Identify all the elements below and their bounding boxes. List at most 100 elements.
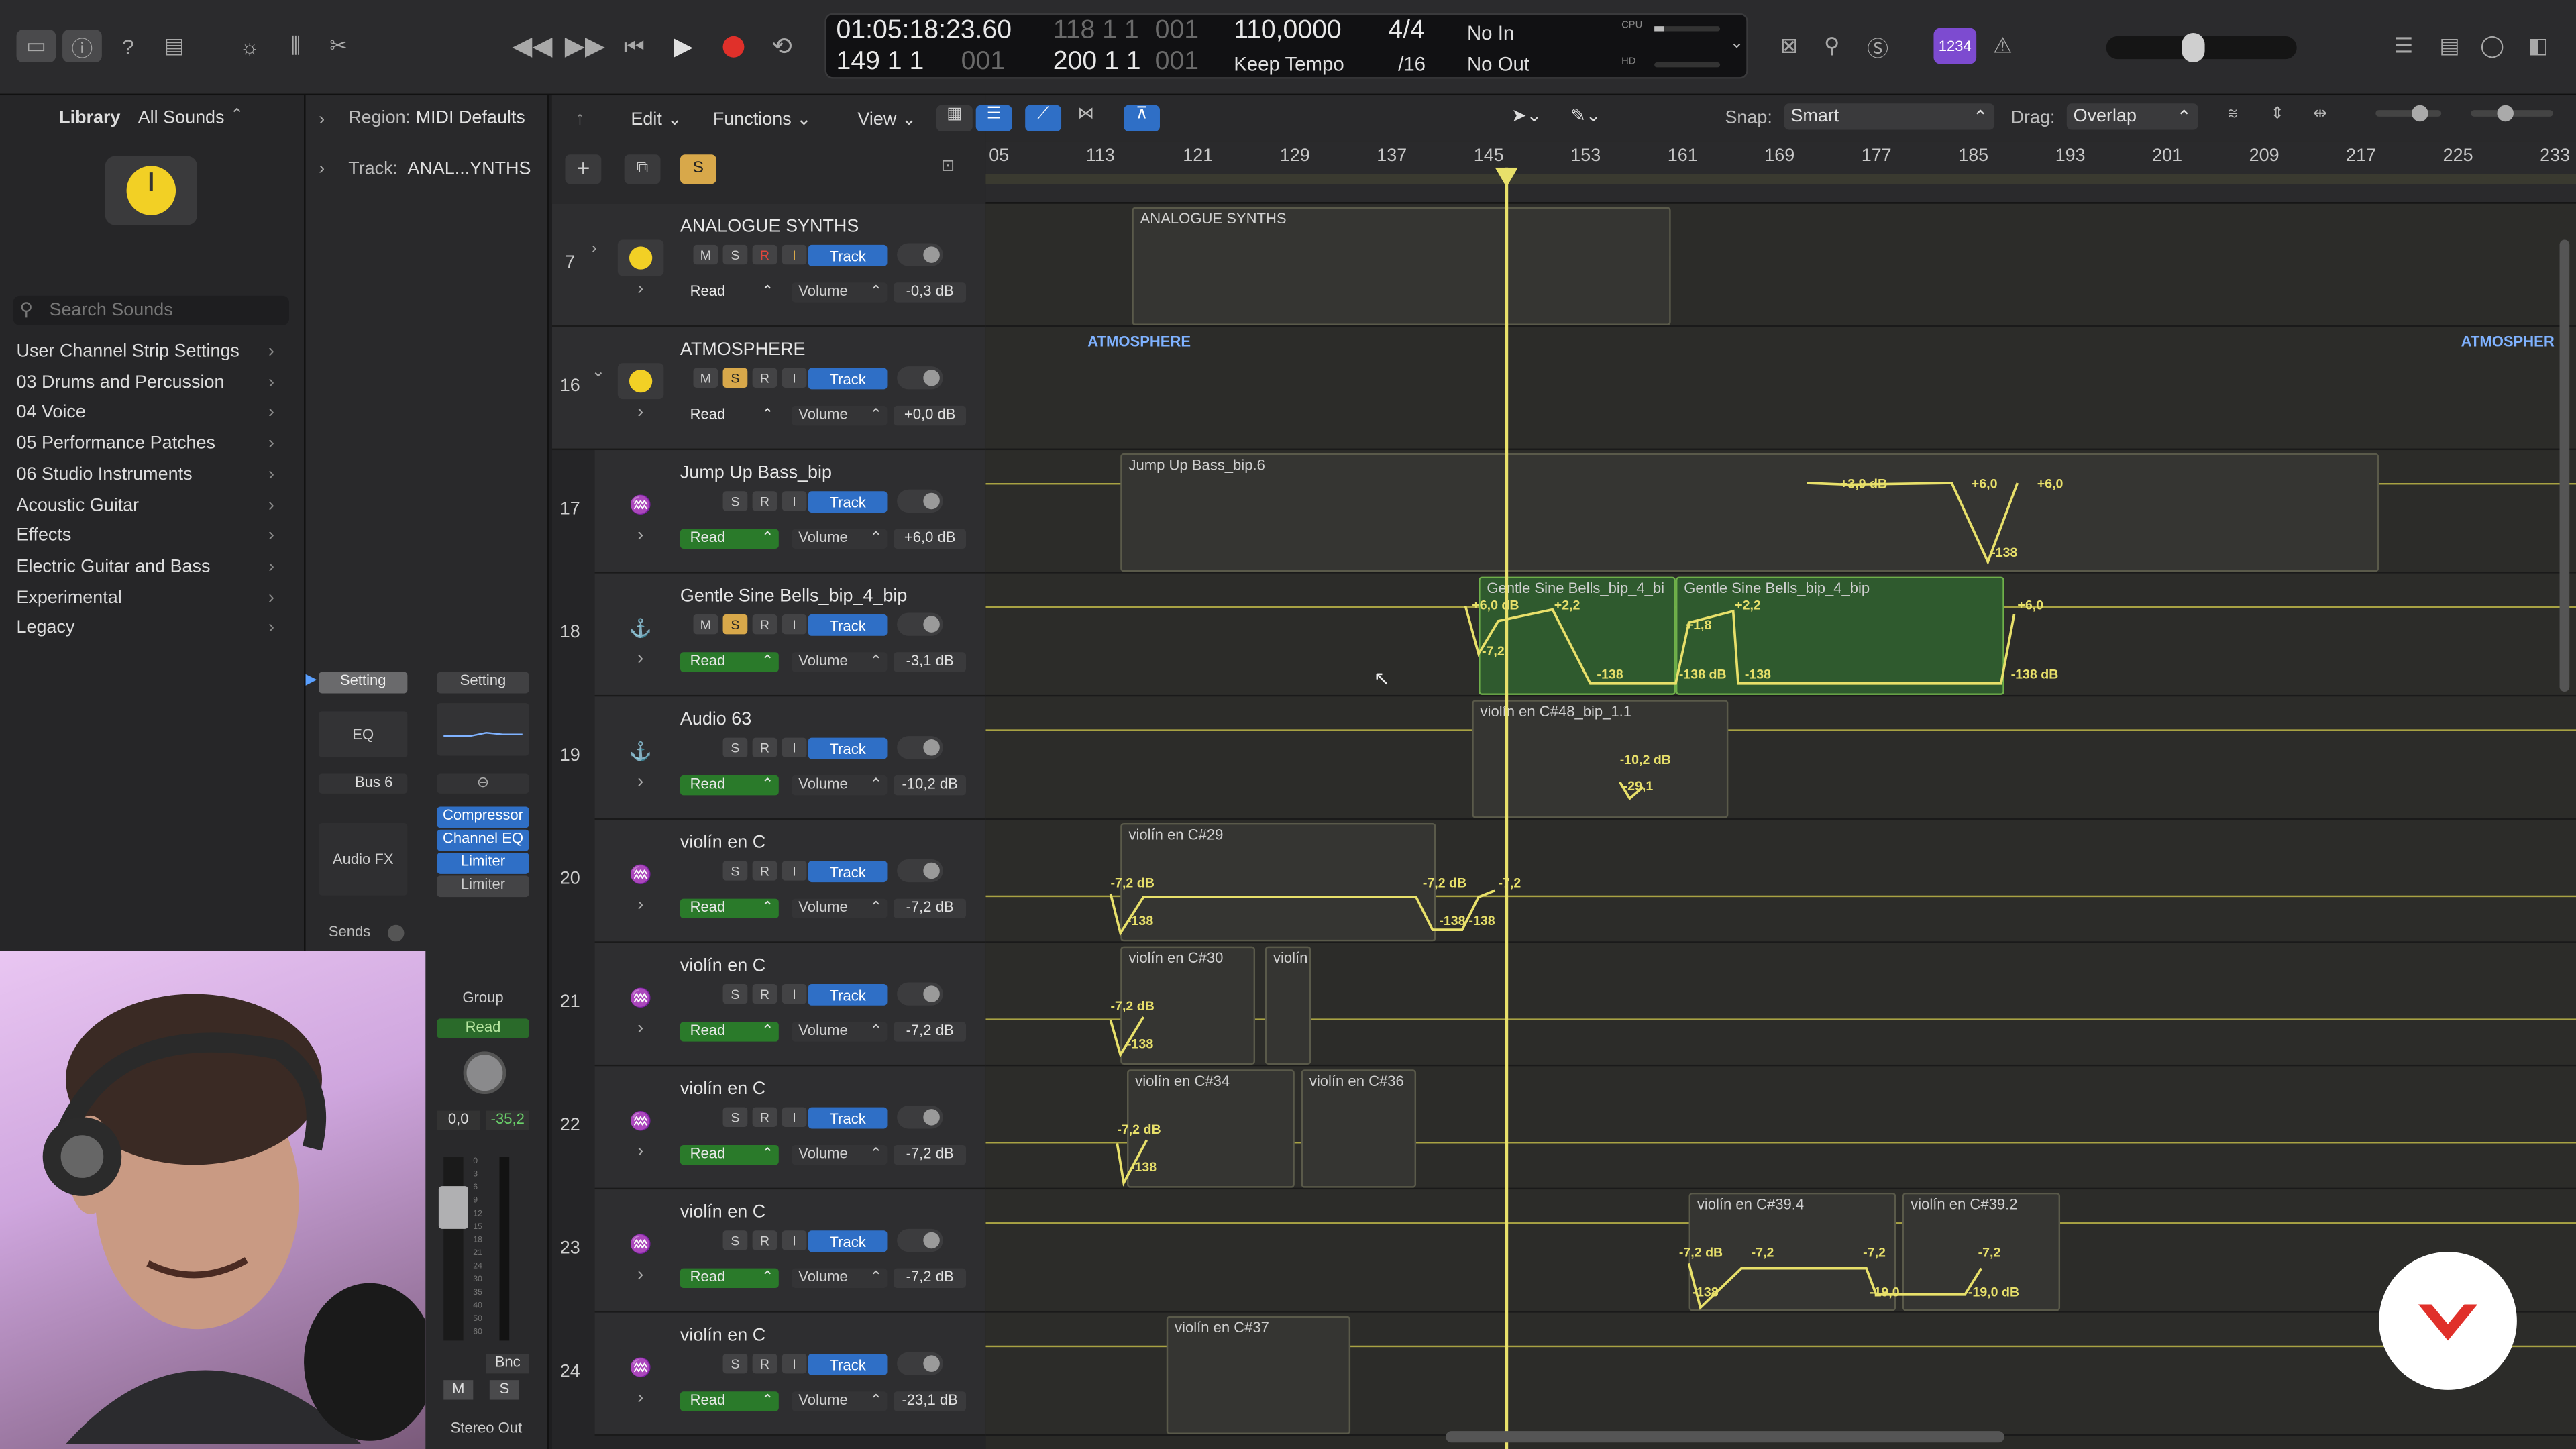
output-label[interactable]: Stereo Out — [437, 1419, 535, 1439]
view-menu[interactable]: View ⌄ — [857, 109, 916, 129]
automation-curve[interactable] — [1464, 606, 2016, 685]
automation-value[interactable]: -10,2 dB — [894, 775, 967, 796]
automation-value[interactable]: -7,2 dB — [894, 1144, 967, 1165]
automation-parameter-select[interactable]: Volume ⌃ — [792, 898, 888, 918]
tuner-icon[interactable]: ⚲ — [1814, 30, 1850, 62]
lcd-display[interactable]: 01:05:18:23.60 118 1 1 001 149 1 1 001 2… — [824, 13, 1748, 79]
automation-mode-select[interactable]: Read ⌃ — [680, 898, 779, 918]
inspector-icon[interactable]: ⓘ — [62, 30, 102, 63]
track-disclosure-icon[interactable]: › — [319, 160, 325, 179]
horizontal-fit-icon[interactable]: ⇹ — [2313, 105, 2346, 131]
input-monitor-toggle[interactable] — [897, 982, 943, 1006]
ruler[interactable]: 05 113 121 129 137 145 153 161 169 177 185 193 201 20… — [985, 141, 2576, 204]
automation-value[interactable]: -0,3 dB — [894, 282, 967, 303]
automation-curve[interactable] — [1687, 1263, 1983, 1310]
automation-value[interactable]: +0,0 dB — [894, 405, 967, 426]
track-s-button[interactable]: S — [722, 1230, 748, 1250]
track-s-button[interactable]: S — [722, 491, 748, 511]
track-s-button[interactable]: S — [722, 737, 748, 757]
automation-mode-select[interactable]: Read ⌃ — [680, 1268, 779, 1289]
mute-button[interactable]: M — [443, 1380, 474, 1400]
track-s-button[interactable]: S — [722, 1107, 748, 1128]
horizontal-scrollbar[interactable] — [1446, 1431, 2004, 1443]
record-icon[interactable] — [713, 30, 753, 62]
track-i-button[interactable]: I — [782, 861, 807, 881]
track-i-button[interactable]: I — [782, 1353, 807, 1374]
track-i-button[interactable]: I — [782, 1107, 807, 1128]
automation-mode[interactable]: Read — [437, 1018, 529, 1038]
waveform-icon[interactable]: ♒ — [617, 1348, 664, 1385]
replace-icon[interactable]: ⊠ — [1771, 30, 1807, 62]
sends-toggle[interactable] — [387, 924, 405, 942]
automation-curve[interactable] — [1109, 889, 1496, 936]
input-monitor-toggle[interactable] — [897, 243, 943, 266]
track-i-button[interactable]: I — [782, 737, 807, 757]
waveform-icon[interactable]: ♒ — [617, 855, 664, 892]
automation-parameter-select[interactable]: Volume ⌃ — [792, 1268, 888, 1289]
track-name[interactable]: violín en C — [680, 1203, 765, 1222]
library-item[interactable]: 06 Studio Instruments › — [16, 465, 287, 484]
track-automation-button[interactable]: Track — [808, 491, 888, 513]
library-item[interactable]: Acoustic Guitar › — [16, 495, 287, 515]
library-item[interactable]: User Channel Strip Settings › — [16, 341, 287, 361]
input-monitor-toggle[interactable] — [897, 489, 943, 513]
automation-value[interactable]: -7,2 dB — [894, 1268, 967, 1289]
track-name[interactable]: ANALOGUE SYNTHS — [680, 217, 859, 236]
automation-disclosure-icon[interactable]: › — [637, 896, 643, 915]
automation-toggle-icon[interactable]: ⟋ — [1025, 105, 1062, 131]
track-r-button[interactable]: R — [752, 737, 777, 757]
help-icon[interactable]: ? — [109, 30, 148, 62]
vertical-scrollbar[interactable] — [2559, 239, 2570, 692]
search-input[interactable]: ⚲ Search Sounds — [13, 295, 290, 325]
track-name[interactable]: violín en C — [680, 833, 765, 853]
track-automation-button[interactable]: Track — [808, 983, 888, 1006]
track-i-button[interactable]: I — [782, 491, 807, 511]
cycle-icon[interactable]: ⟲ — [762, 30, 802, 62]
automation-disclosure-icon[interactable]: › — [637, 649, 643, 668]
vertical-zoom-icon[interactable]: ⇕ — [2271, 105, 2304, 131]
master-volume-slider[interactable] — [2106, 32, 2297, 63]
input-monitor-toggle[interactable] — [897, 612, 943, 636]
automation-disclosure-icon[interactable]: › — [637, 1018, 643, 1038]
metronome-track-icon[interactable]: ⚓ — [617, 609, 664, 646]
browser-icon[interactable]: ◧ — [2520, 30, 2557, 62]
track-name[interactable]: Gentle Sine Bells_bip_4_bip — [680, 586, 907, 606]
track-name[interactable]: violín en C — [680, 1079, 765, 1099]
track-r-button[interactable]: R — [752, 614, 777, 635]
track-header[interactable]: 17 ♒ Jump Up Bass_bip S R I Track › Read ⌃ Volume ⌃… — [560, 450, 986, 574]
library-filter[interactable]: All Sounds — [138, 109, 225, 128]
chevron-down-icon[interactable]: ⌄ — [1730, 34, 1744, 52]
catch-icon[interactable]: ⊼ — [1124, 105, 1160, 131]
track-r-button[interactable]: R — [752, 1107, 777, 1128]
input-monitor-toggle[interactable] — [897, 1352, 943, 1375]
track-automation-button[interactable]: Track — [808, 737, 888, 759]
waveform-icon[interactable]: ♒ — [617, 979, 664, 1016]
vertical-zoom-slider[interactable] — [2375, 105, 2442, 122]
automation-mode-select[interactable]: Read ⌃ — [680, 1022, 779, 1042]
track-name[interactable]: ATMOSPHERE — [680, 340, 806, 360]
library-icon[interactable]: ▭ — [16, 30, 56, 63]
track-header[interactable]: 16 ⌄ ATMOSPHERE M S R I Track › Read ⌃ Volume ⌃ +0,0 … — [551, 327, 986, 451]
horizontal-zoom-slider[interactable] — [2471, 105, 2553, 122]
track-m-button[interactable]: M — [693, 244, 718, 265]
instrument-icon[interactable] — [617, 363, 664, 400]
eq-button[interactable]: EQ — [319, 711, 408, 757]
track-i-button[interactable]: I — [782, 1230, 807, 1250]
automation-value[interactable]: -7,2 dB — [894, 898, 967, 918]
automation-disclosure-icon[interactable]: › — [637, 526, 643, 545]
library-item[interactable]: 03 Drums and Percussion › — [16, 372, 287, 392]
input-monitor-toggle[interactable] — [897, 366, 943, 390]
solo-icon[interactable]: Ⓢ — [1860, 30, 1896, 62]
editors-icon[interactable]: ✂ — [319, 30, 358, 62]
automation-mode-select[interactable]: Read ⌃ — [680, 406, 779, 425]
flex-icon[interactable]: ⋈ — [1068, 105, 1104, 131]
track-automation-button[interactable]: Track — [808, 244, 888, 266]
track-s-button[interactable]: S — [722, 983, 748, 1004]
track-automation-button[interactable]: Track — [808, 368, 888, 390]
automation-value[interactable]: -23,1 dB — [894, 1391, 967, 1411]
track-header[interactable]: 20 ♒ violín en C S R I Track › Read ⌃ Volume ⌃ -7,2 … — [560, 820, 986, 943]
automation-value[interactable]: -3,1 dB — [894, 652, 967, 672]
back-icon[interactable]: ↑ — [575, 107, 585, 129]
input-monitor-toggle[interactable] — [897, 1228, 943, 1252]
waveform-icon[interactable]: ♒ — [617, 1225, 664, 1262]
